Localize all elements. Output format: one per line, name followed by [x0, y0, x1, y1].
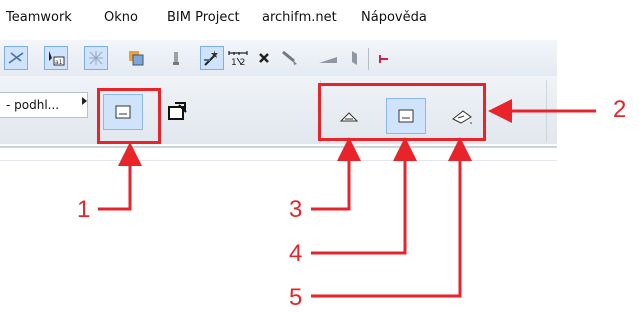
callout-number-1: 1	[77, 196, 91, 223]
callout-number-5: 5	[289, 284, 303, 311]
callout-number-2: 2	[613, 96, 627, 123]
callout-arrows	[98, 99, 596, 298]
callout-number-4: 4	[289, 240, 303, 267]
callout-number-3: 3	[289, 196, 303, 223]
